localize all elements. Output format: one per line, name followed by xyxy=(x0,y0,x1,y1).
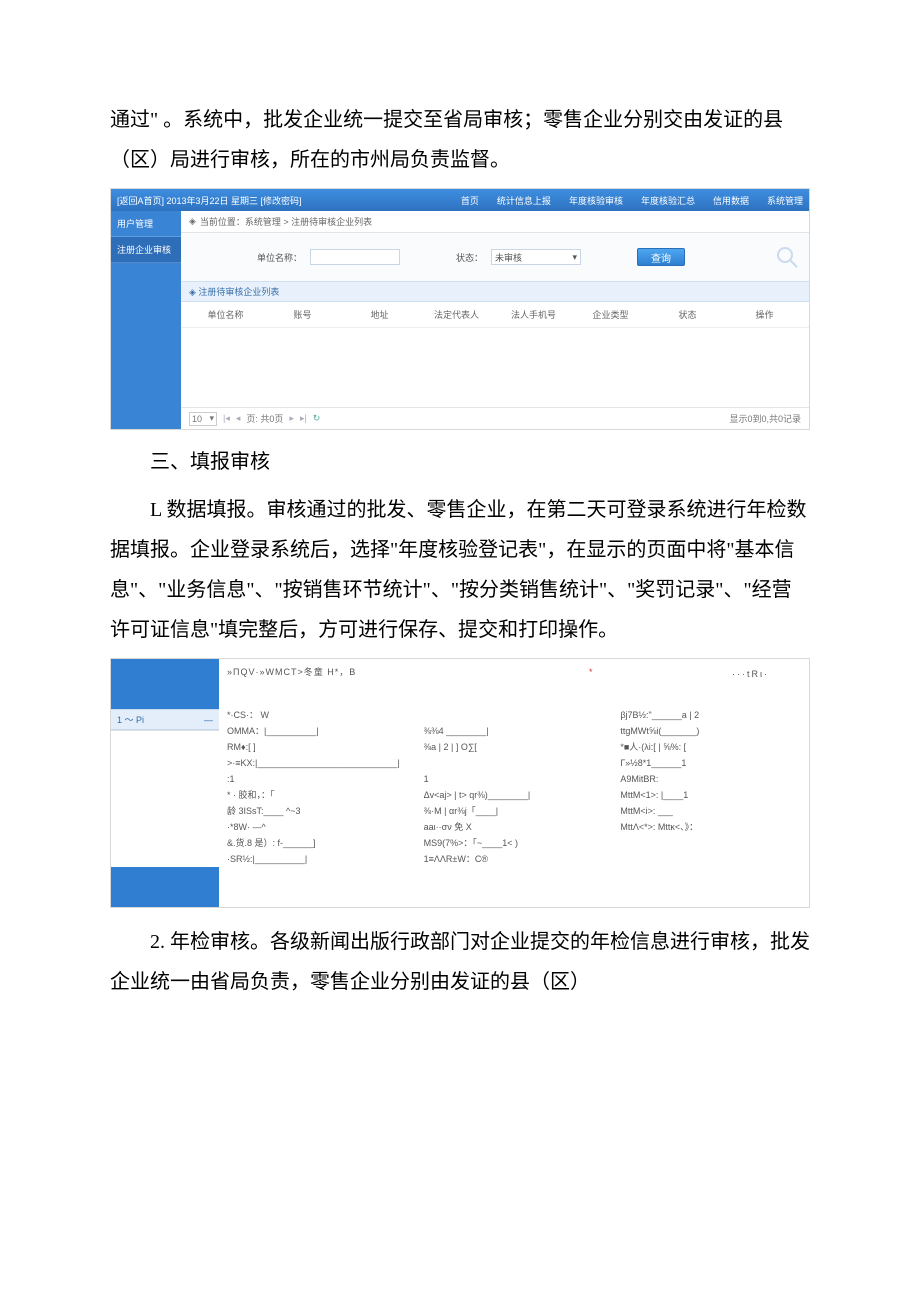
table-header-row: 单位名称 账号 地址 法定代表人 法人手机号 企业类型 状态 操作 xyxy=(181,302,809,328)
pager-refresh-icon[interactable]: ↻ xyxy=(313,413,321,424)
query-button[interactable]: 查询 xyxy=(637,248,685,266)
form-field[interactable]: * · 胶和，：「 xyxy=(227,788,408,802)
list-title: ◈ 注册待审核企业列表 xyxy=(181,281,809,302)
form-top-right: ···tRι· xyxy=(732,669,769,679)
pager: 10 ▾ |◂ ◂ 页: 共0页 ▸ ▸| ↻ 显示0到0,共0记录 xyxy=(181,407,809,429)
form-field[interactable]: RM♦:[ ] xyxy=(227,740,408,754)
status-value: 未审核 xyxy=(495,251,522,264)
col-unit-name: 单位名称 xyxy=(189,308,262,321)
table-body-empty xyxy=(181,328,809,407)
top-left-info: [返回A首页] 2013年3月22日 星期三 [修改密码] xyxy=(117,194,302,207)
form-field[interactable]: A9MitBR: xyxy=(620,772,801,786)
form-field[interactable]: βj7B½:"______a | 2 xyxy=(620,708,801,722)
form-field[interactable]: ⅜a | 2 | ] O∑[ xyxy=(424,740,605,754)
form-field[interactable]: OMMA：|__________| xyxy=(227,724,408,738)
paragraph-3: 2. 年检审核。各级新闻出版行政部门对企业提交的年检信息进行审核，批发企业统一由… xyxy=(110,922,810,1002)
pager-next-icon[interactable]: ▸ xyxy=(289,413,294,424)
form-grid: *·CS·： W βj7B½:"______a | 2 OMMA：|________… xyxy=(227,708,801,866)
form-field[interactable]: ⅜⅜4 ________| xyxy=(424,724,605,738)
col-account: 账号 xyxy=(266,308,339,321)
form-title: »ΠQV·»WMCT>冬童 H*，B xyxy=(227,665,801,682)
form-field[interactable]: MttM<1>: |____1 xyxy=(620,788,801,802)
sidebar-item-register-audit[interactable]: 注册企业审核 xyxy=(111,237,181,263)
col-ent-type: 企业类型 xyxy=(574,308,647,321)
filter-label-name: 单位名称： xyxy=(257,251,302,264)
col-status: 状态 xyxy=(651,308,724,321)
form-field[interactable]: ttgMWt⅝i(_______) xyxy=(620,724,801,738)
form-field[interactable] xyxy=(620,836,801,850)
form-field[interactable]: :1 xyxy=(227,772,408,786)
breadcrumb-text: 当前位置：系统管理 > 注册待审核企业列表 xyxy=(200,215,372,228)
form-field[interactable]: *·CS·： W xyxy=(227,708,408,722)
form-sidebar: 1 ～ Pi — xyxy=(111,659,219,907)
top-bar: [返回A首页] 2013年3月22日 星期三 [修改密码] 首页 统计信息上报 … xyxy=(111,189,809,211)
form-field[interactable]: MS9(7%>：「~____1< ) xyxy=(424,836,605,850)
nav-system-manage[interactable]: 系统管理 xyxy=(767,194,803,207)
form-field[interactable]: 龄 3ISsT:____ ^~3 xyxy=(227,804,408,818)
form-field[interactable]: Γ»½8*1______1 xyxy=(620,756,801,770)
nav-annual-summary[interactable]: 年度核验汇总 xyxy=(641,194,695,207)
form-field[interactable]: &.货.8 是）: f-______] xyxy=(227,836,408,850)
form-field[interactable]: Δv<aj> | t> qr⅜)________| xyxy=(424,788,605,802)
col-phone: 法人手机号 xyxy=(497,308,570,321)
pager-last-icon[interactable]: ▸| xyxy=(300,413,307,424)
pager-text: 页: 共0页 xyxy=(246,412,283,425)
form-field[interactable]: 1≡ΛΛR±W：C® xyxy=(424,852,605,866)
top-nav: 首页 统计信息上报 年度核验审核 年度核验汇总 信用数据 系统管理 xyxy=(461,194,803,207)
form-field[interactable]: MttM<i>: ___ xyxy=(620,804,801,818)
form-field[interactable]: 1 xyxy=(424,772,605,786)
form-field[interactable]: *■人·(λi:[ | ⅝%: [ xyxy=(620,740,801,754)
form-field[interactable]: aaι··σν 免 X xyxy=(424,820,605,834)
nav-annual-audit[interactable]: 年度核验审核 xyxy=(569,194,623,207)
form-field[interactable]: ·*8W· —^ xyxy=(227,820,408,834)
filter-label-status: 状态： xyxy=(456,251,483,264)
pager-first-icon[interactable]: |◂ xyxy=(223,413,230,424)
form-body: »ΠQV·»WMCT>冬童 H*，B * ···tRι· *·CS·： W βj7… xyxy=(219,659,809,907)
col-action: 操作 xyxy=(728,308,801,321)
screenshot-admin-list: [返回A首页] 2013年3月22日 星期三 [修改密码] 首页 统计信息上报 … xyxy=(110,188,810,430)
form-field[interactable] xyxy=(620,852,801,866)
nav-home[interactable]: 首页 xyxy=(461,194,479,207)
filter-row: 单位名称： 状态： 未审核 ▾ 查询 xyxy=(181,233,809,281)
form-field[interactable]: ⅜·M | αr⅜j「____| xyxy=(424,804,605,818)
side2-tab[interactable]: 1 ～ Pi — xyxy=(111,709,219,730)
heading-section-3: 三、填报审核 xyxy=(110,442,810,482)
pager-summary: 显示0到0,共0记录 xyxy=(729,412,801,425)
star-icon: * xyxy=(589,667,593,677)
nav-stat-report[interactable]: 统计信息上报 xyxy=(497,194,551,207)
pager-prev-icon[interactable]: ◂ xyxy=(236,413,241,424)
page-size-select[interactable]: 10 ▾ xyxy=(189,412,217,426)
screenshot-form: 1 ～ Pi — »ΠQV·»WMCT>冬童 H*，B * ···tRι· *·… xyxy=(110,658,810,908)
unit-name-input[interactable] xyxy=(310,249,400,265)
form-field[interactable] xyxy=(424,756,605,770)
status-select[interactable]: 未审核 ▾ xyxy=(491,249,581,265)
sidebar-item-user-manage[interactable]: 用户管理 xyxy=(111,211,181,237)
search-icon xyxy=(773,243,801,271)
form-field[interactable]: ·SR½:|__________| xyxy=(227,852,408,866)
col-legal-rep: 法定代表人 xyxy=(420,308,493,321)
breadcrumb-icon: ◈ xyxy=(189,216,196,227)
side2-tab-label: 1 ～ Pi xyxy=(117,713,144,726)
chevron-down-icon: ▾ xyxy=(573,252,578,263)
page-size-value: 10 xyxy=(192,414,202,424)
nav-credit-data[interactable]: 信用数据 xyxy=(713,194,749,207)
main-area: ◈ 当前位置：系统管理 > 注册待审核企业列表 单位名称： 状态： 未审核 ▾ … xyxy=(181,211,809,429)
col-address: 地址 xyxy=(343,308,416,321)
form-field[interactable]: >·≡ΚΧ:|____________________________| xyxy=(227,756,408,770)
paragraph-2: L 数据填报。审核通过的批发、零售企业，在第二天可登录系统进行年检数据填报。企业… xyxy=(110,490,810,650)
paragraph-1: 通过" 。系统中，批发企业统一提交至省局审核；零售企业分别交由发证的县（区）局进… xyxy=(110,100,810,180)
chevron-down-icon: ▾ xyxy=(209,413,214,424)
breadcrumb: ◈ 当前位置：系统管理 > 注册待审核企业列表 xyxy=(181,211,809,233)
form-field[interactable]: MttΛ<*>: Mttκ<、》： xyxy=(620,820,801,834)
collapse-icon: — xyxy=(204,715,213,725)
sidebar: 用户管理 注册企业审核 xyxy=(111,211,181,429)
form-field[interactable] xyxy=(424,708,605,722)
